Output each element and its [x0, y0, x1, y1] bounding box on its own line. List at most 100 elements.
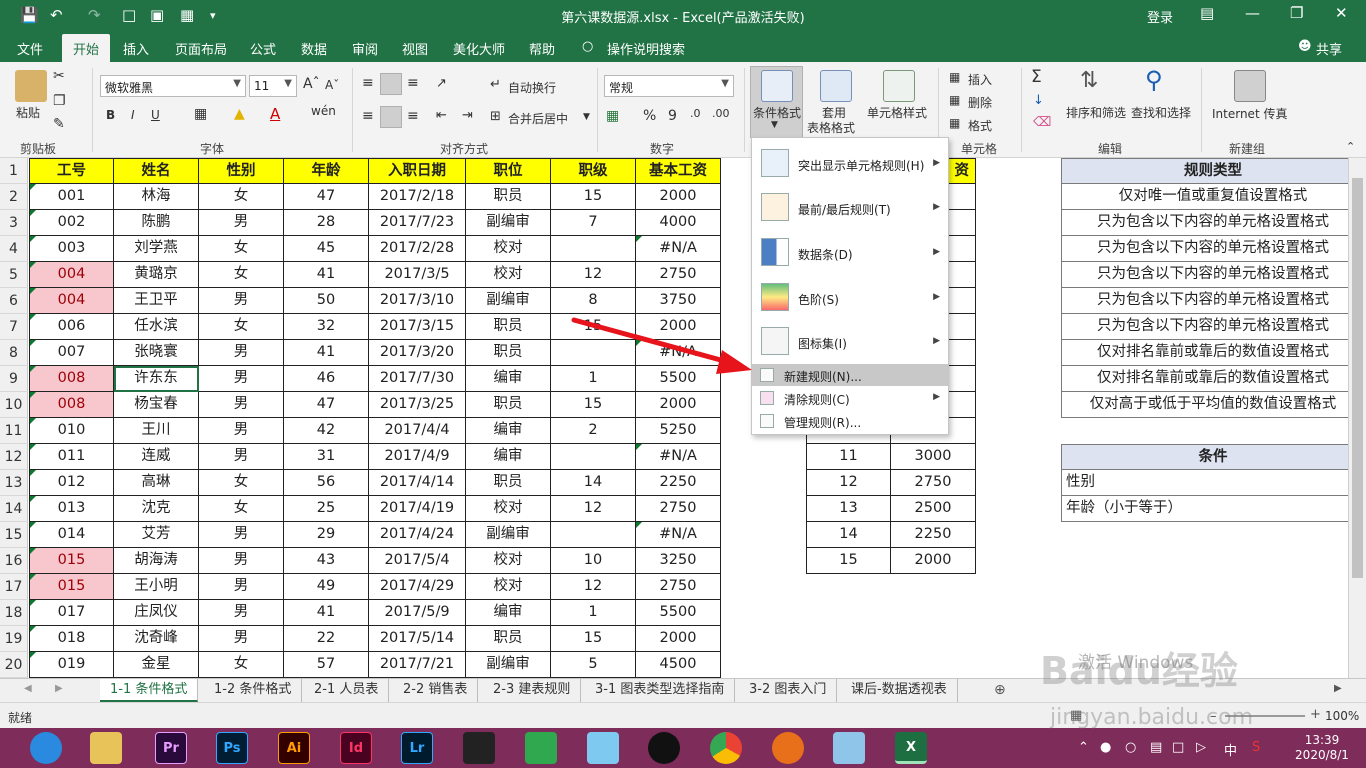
row-header[interactable]: 18	[0, 600, 28, 626]
cell-styles-button[interactable]: 单元格样式	[867, 104, 927, 121]
table-cell[interactable]: 49	[284, 574, 369, 600]
video-editor-icon[interactable]	[463, 732, 495, 764]
lookup-cell[interactable]: 2500	[891, 496, 976, 522]
paste-button[interactable]: 粘贴	[16, 104, 40, 121]
table-cell[interactable]: 杨宝春	[114, 392, 199, 418]
clear-icon[interactable]: ⌫	[1033, 115, 1051, 130]
table-cell[interactable]: 校对	[466, 574, 551, 600]
menu-item-clear-rules[interactable]: 清除规则(C) ▶	[752, 387, 948, 409]
table-cell[interactable]: 男	[199, 444, 284, 470]
table-cell[interactable]: 2017/3/10	[369, 288, 466, 314]
column-header[interactable]: 姓名	[114, 158, 199, 184]
menu-item-manage-rules[interactable]: 管理规则(R)...	[752, 410, 948, 432]
table-cell[interactable]: 018	[29, 626, 114, 652]
table-cell[interactable]: 2017/4/19	[369, 496, 466, 522]
table-cell[interactable]: 3750	[636, 288, 721, 314]
rule-item[interactable]: 只为包含以下内容的单元格设置格式	[1061, 236, 1365, 262]
prev-sheet-icon[interactable]: ◀	[24, 683, 32, 694]
column-header[interactable]: 入职日期	[369, 158, 466, 184]
table-cell[interactable]: 003	[29, 236, 114, 262]
row-header[interactable]: 9	[0, 366, 28, 392]
underline-button[interactable]: U	[151, 108, 160, 122]
table-cell[interactable]: 胡海涛	[114, 548, 199, 574]
sort-filter-button[interactable]: 排序和筛选	[1066, 104, 1126, 121]
table-cell[interactable]: 2017/4/4	[369, 418, 466, 444]
photoshop-icon[interactable]: Ps	[216, 732, 248, 764]
table-cell[interactable]: 2017/7/30	[369, 366, 466, 392]
table-cell[interactable]: 校对	[466, 262, 551, 288]
conditions-title[interactable]: 条件	[1061, 444, 1365, 470]
tray-volume-icon[interactable]: ▷	[1196, 740, 1206, 755]
format-painter-icon[interactable]: ✎	[53, 116, 65, 132]
tab-insert[interactable]: 插入	[123, 39, 149, 58]
menu-item-highlight-rules[interactable]: 突出显示单元格规则(H) ▶	[752, 142, 948, 184]
table-cell[interactable]: 职员	[466, 626, 551, 652]
tray-network-icon[interactable]: ▤	[1150, 740, 1162, 755]
table-cell[interactable]	[551, 236, 636, 262]
table-cell[interactable]: 王川	[114, 418, 199, 444]
row-header[interactable]: 20	[0, 652, 28, 678]
tab-file[interactable]: 文件	[17, 39, 43, 58]
table-cell[interactable]: 15	[551, 626, 636, 652]
rules-title[interactable]: 规则类型	[1061, 158, 1365, 184]
table-cell[interactable]: 008	[29, 366, 114, 392]
table-cell[interactable]: 2250	[636, 470, 721, 496]
table-cell[interactable]: 015	[29, 574, 114, 600]
wrap-text-icon[interactable]: ↵	[490, 77, 501, 92]
column-header[interactable]: 基本工资	[636, 158, 721, 184]
table-cell[interactable]: 王卫平	[114, 288, 199, 314]
table-cell[interactable]: 4000	[636, 210, 721, 236]
table-cell[interactable]: 沈克	[114, 496, 199, 522]
comma-button[interactable]: 9	[668, 108, 677, 124]
excel-taskbar-icon[interactable]: X	[895, 732, 927, 764]
tab-help[interactable]: 帮助	[529, 39, 555, 58]
table-cell[interactable]: 2017/4/14	[369, 470, 466, 496]
autosum-icon[interactable]: Σ	[1031, 67, 1042, 87]
menu-item-icon-sets[interactable]: 图标集(I) ▶	[752, 319, 948, 363]
table-cell[interactable]: 3250	[636, 548, 721, 574]
table-cell[interactable]: #N/A	[636, 340, 721, 366]
row-header[interactable]: 10	[0, 392, 28, 418]
delete-icon[interactable]: ▦	[949, 93, 960, 107]
table-cell[interactable]: 女	[199, 262, 284, 288]
table-cell[interactable]: 校对	[466, 236, 551, 262]
table-cell[interactable]: #N/A	[636, 522, 721, 548]
rule-item[interactable]: 仅对排名靠前或靠后的数值设置格式	[1061, 366, 1365, 392]
table-cell[interactable]: 56	[284, 470, 369, 496]
table-cell[interactable]: 许东东	[114, 366, 199, 392]
worksheet[interactable]: 1 2 3 4 5 6 7 8 9 10 11 12 13 14 15 16 17 18 19 20 工号 姓名 性别 年龄…	[0, 158, 1366, 678]
scroll-right-icon[interactable]: ▶	[1334, 683, 1342, 694]
table-cell[interactable]: 2	[551, 418, 636, 444]
table-cell[interactable]: 职员	[466, 470, 551, 496]
zoom-in-icon[interactable]: +	[1310, 707, 1321, 722]
column-header[interactable]: 职级	[551, 158, 636, 184]
find-icon[interactable]: ⚲	[1145, 66, 1163, 94]
tab-page-layout[interactable]: 页面布局	[175, 39, 227, 58]
table-cell[interactable]: 2017/4/24	[369, 522, 466, 548]
currency-icon[interactable]: ▦	[606, 108, 619, 124]
merge-center-button[interactable]: 合并后居中	[508, 110, 568, 127]
tab-review[interactable]: 审阅	[352, 39, 378, 58]
table-cell[interactable]: 男	[199, 626, 284, 652]
table-cell[interactable]: 庄凤仪	[114, 600, 199, 626]
table-cell[interactable]: 陈鹏	[114, 210, 199, 236]
notes-icon[interactable]	[833, 732, 865, 764]
table-cell[interactable]: 男	[199, 574, 284, 600]
vertical-scrollbar[interactable]	[1348, 158, 1366, 678]
copy-icon[interactable]: ❐	[53, 93, 66, 109]
sheet-tab-2[interactable]: 1-2 条件格式	[204, 679, 303, 702]
table-cell[interactable]: 5	[551, 652, 636, 678]
table-cell[interactable]: 002	[29, 210, 114, 236]
table-cell[interactable]: 32	[284, 314, 369, 340]
table-cell[interactable]: 42	[284, 418, 369, 444]
sheet-tab-4[interactable]: 2-2 销售表	[393, 679, 479, 702]
sheet-tab-1[interactable]: 1-1 条件格式	[100, 679, 199, 702]
row-header[interactable]: 4	[0, 236, 28, 262]
phonetic-icon[interactable]: wén	[311, 104, 336, 118]
rule-item[interactable]: 仅对唯一值或重复值设置格式	[1061, 184, 1365, 210]
login-link[interactable]: 登录	[1147, 7, 1173, 26]
table-cell[interactable]: 5500	[636, 366, 721, 392]
row-header[interactable]: 2	[0, 184, 28, 210]
table-cell[interactable]: 1	[551, 366, 636, 392]
cut-icon[interactable]: ✂	[53, 68, 65, 84]
